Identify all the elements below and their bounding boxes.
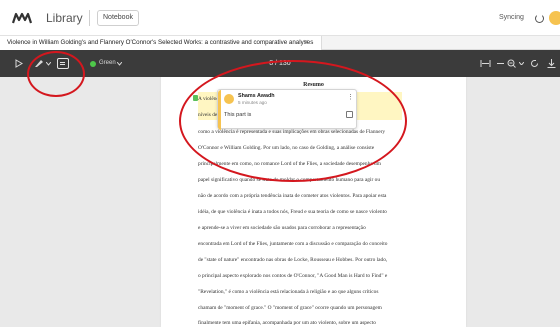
zoom-out-icon[interactable]	[507, 59, 516, 68]
text-line: finalmente tem uma epifania, acompanhada…	[198, 320, 376, 326]
text-line: de "state of nature" encontrado nas obra…	[198, 257, 388, 263]
fit-dropdown-chevron-icon[interactable]	[497, 62, 504, 65]
tab-bar: Violence in William Golding's and Flanne…	[0, 36, 560, 50]
mendeley-logo-icon[interactable]	[12, 12, 32, 24]
header-divider	[89, 10, 90, 26]
annotation-circle-comment	[179, 60, 407, 182]
text-line: o principal aspecto explorado nos contos…	[198, 273, 388, 279]
sync-icon	[535, 14, 544, 23]
notebook-button[interactable]: Notebook	[97, 10, 139, 26]
app-title[interactable]: Library	[46, 11, 83, 25]
text-line: e aprende-se a viver em sociedade são us…	[198, 225, 366, 231]
download-icon[interactable]	[547, 59, 556, 68]
text-line: chamam de "moment of grace." O "moment o…	[198, 305, 382, 311]
text-line: encontrada em Lord of the Flies, juntame…	[198, 241, 388, 247]
sync-status: Syncing	[499, 14, 524, 21]
text-line: não de acordo com a própria tendência in…	[198, 193, 387, 199]
fit-width-icon[interactable]	[480, 60, 491, 67]
zoom-dropdown-chevron-icon[interactable]	[519, 62, 524, 65]
text-line: "Revelation," é como a violência está re…	[198, 289, 379, 295]
user-avatar[interactable]	[549, 11, 560, 25]
document-tab-title: Violence in William Golding's and Flanne…	[7, 39, 314, 46]
annotation-circle-toolbar	[27, 51, 85, 97]
close-tab-icon[interactable]: ×	[304, 38, 308, 48]
text-line: idéia, de que violência é inata a todos …	[198, 209, 387, 215]
top-bar: Library Notebook Syncing	[0, 0, 560, 36]
rotate-icon[interactable]	[530, 59, 539, 68]
document-tab[interactable]: Violence in William Golding's and Flanne…	[0, 36, 323, 50]
